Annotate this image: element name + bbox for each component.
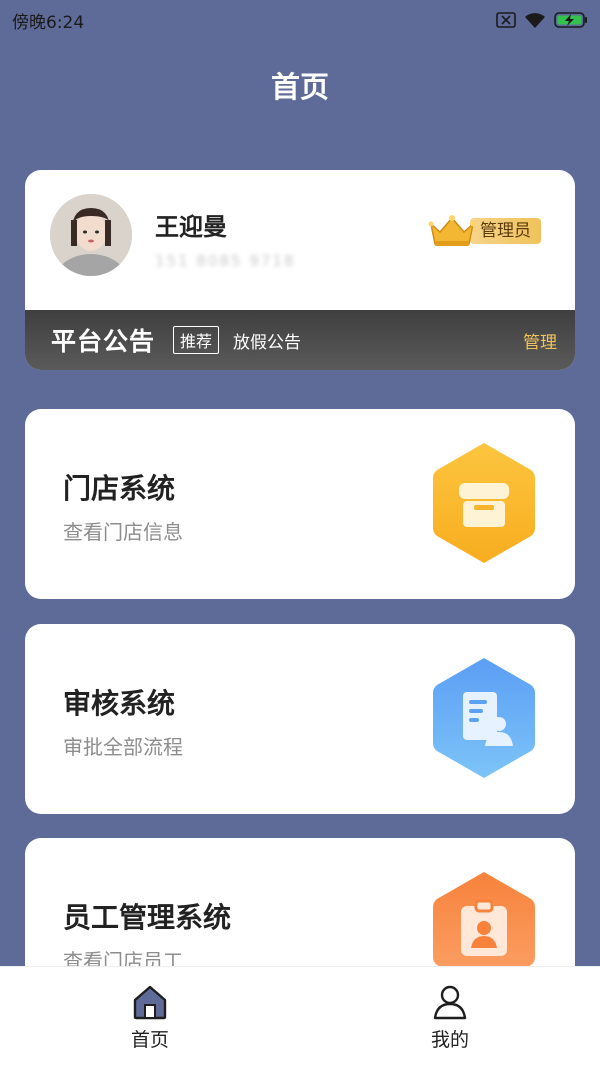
nav-home-label: 首页 — [130, 1028, 169, 1051]
store-system-card[interactable]: 门店系统 查看门店信息 — [25, 409, 575, 599]
document-user-icon — [433, 658, 535, 778]
status-bar: 傍晚6:24 — [0, 0, 600, 40]
notice-title: 平台公告 — [51, 327, 156, 356]
nav-home[interactable]: 首页 — [0, 967, 300, 1067]
audit-system-card[interactable]: 审核系统 审批全部流程 — [25, 624, 575, 814]
battery-charging-icon — [554, 12, 587, 28]
status-time: 傍晚6:24 — [12, 12, 85, 33]
avatar-image — [50, 194, 132, 276]
avatar[interactable] — [50, 194, 132, 276]
status-icons — [496, 11, 588, 29]
nav-mine[interactable]: 我的 — [300, 967, 600, 1067]
store-icon — [433, 443, 535, 563]
user-name: 王迎曼 — [155, 213, 227, 241]
store-system-title: 门店系统 — [63, 472, 176, 505]
audit-system-subtitle: 审批全部流程 — [63, 735, 183, 759]
admin-badge: 管理员 — [428, 215, 541, 246]
crown-icon — [428, 215, 476, 246]
notice-manage-link[interactable]: 管理 — [523, 328, 557, 353]
profile-card[interactable]: 王迎曼 151 8085 9718 管理员 平台公告 推荐 放假公告 管理 — [25, 170, 575, 370]
notice-bar[interactable]: 平台公告 推荐 放假公告 管理 — [25, 310, 575, 370]
bottom-nav: 首页 我的 — [0, 966, 600, 1067]
user-phone: 151 8085 9718 — [155, 252, 296, 270]
notice-text[interactable]: 放假公告 — [233, 328, 301, 353]
user-icon — [433, 985, 467, 1019]
nav-mine-label: 我的 — [430, 1028, 469, 1051]
home-icon — [133, 985, 167, 1019]
wifi-icon — [525, 12, 545, 28]
sim-disabled-icon — [496, 12, 516, 28]
audit-system-title: 审核系统 — [63, 687, 176, 720]
page-title: 首页 — [270, 70, 329, 104]
role-badge-label: 管理员 — [470, 218, 541, 244]
notice-tag: 推荐 — [173, 326, 220, 354]
store-system-subtitle: 查看门店信息 — [63, 520, 183, 544]
staff-system-title: 员工管理系统 — [63, 901, 232, 934]
